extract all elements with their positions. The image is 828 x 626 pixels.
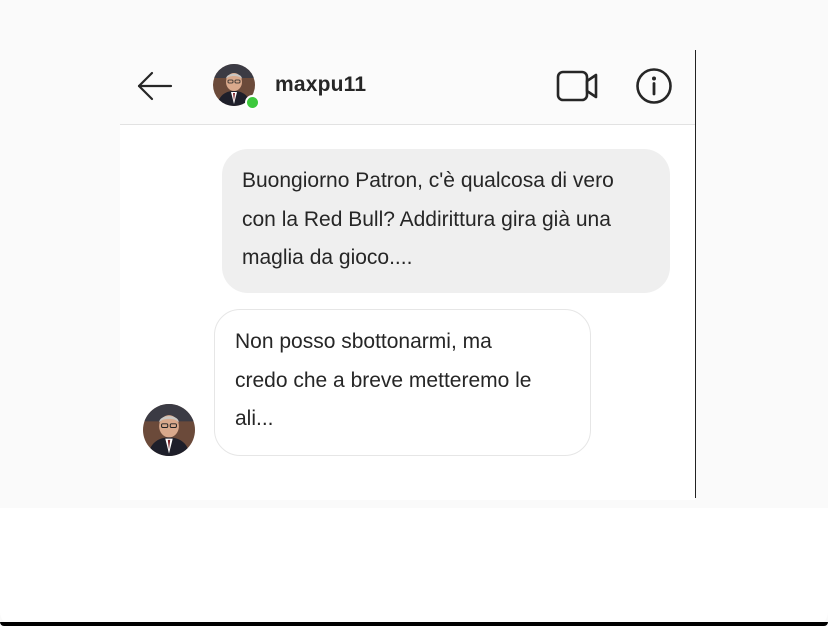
- arrow-left-icon: [137, 71, 173, 101]
- video-call-button[interactable]: [556, 68, 600, 104]
- chat-window: maxpu11 Buongiorno Patron, c'è qualcosa …: [120, 50, 695, 500]
- chat-username[interactable]: maxpu11: [275, 73, 366, 97]
- chat-header: maxpu11: [120, 50, 695, 125]
- message-bubble-received[interactable]: Non posso sbottonarmi, ma credo che a br…: [214, 309, 591, 456]
- window-edge-divider: [695, 50, 696, 498]
- back-button[interactable]: [136, 70, 174, 102]
- profile-avatar[interactable]: [213, 64, 260, 110]
- bottom-band: [0, 508, 828, 626]
- sender-avatar[interactable]: [143, 404, 195, 456]
- conversation-info-button[interactable]: [635, 67, 673, 105]
- online-status-indicator: [245, 95, 260, 110]
- message-bubble-sent[interactable]: Buongiorno Patron, c'è qualcosa di vero …: [222, 149, 670, 293]
- info-icon: [636, 68, 672, 104]
- avatar-photo: [143, 404, 195, 456]
- video-camera-icon: [556, 70, 598, 102]
